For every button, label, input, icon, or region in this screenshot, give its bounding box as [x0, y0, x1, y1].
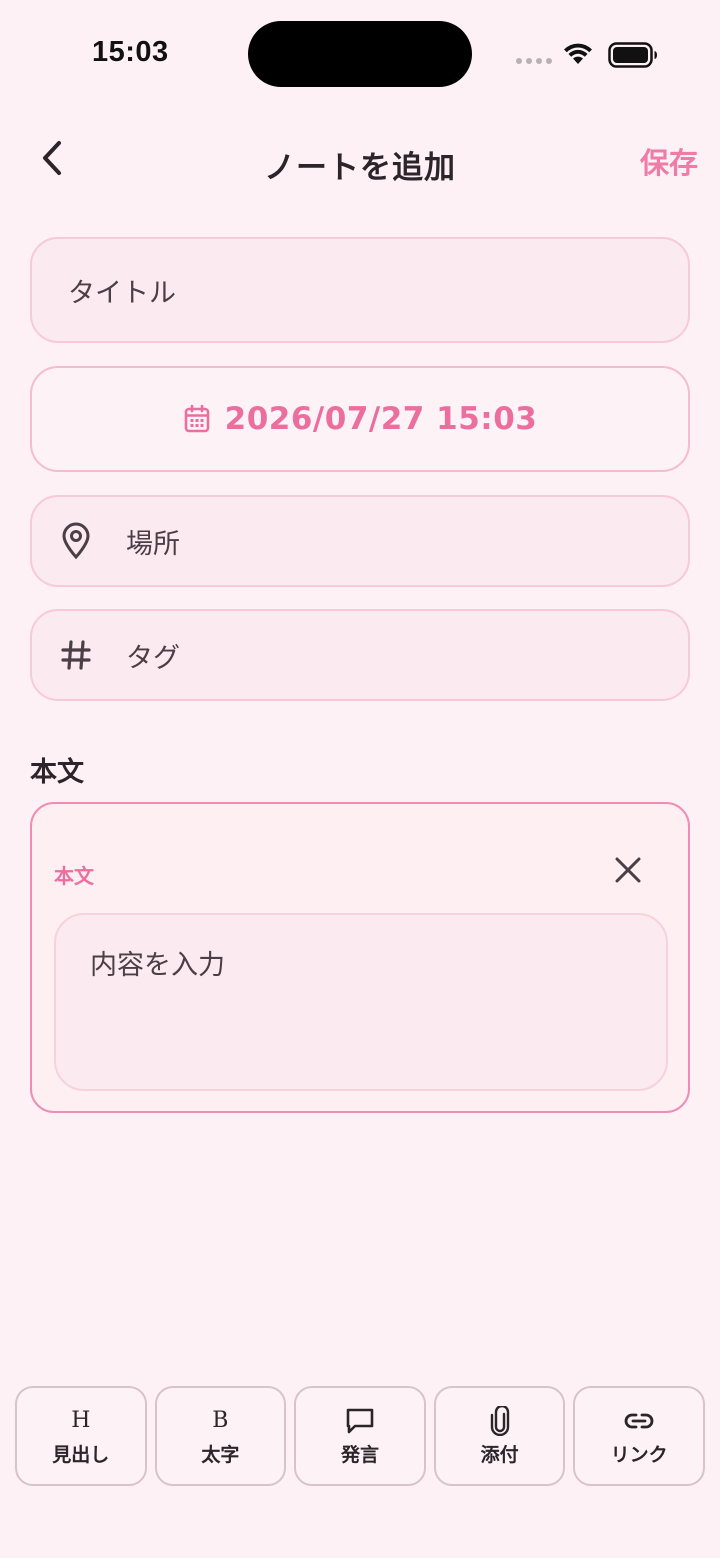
attach-label: 添付: [480, 1443, 519, 1466]
attach-button[interactable]: 添付: [433, 1386, 566, 1486]
speech-button[interactable]: 発言: [294, 1386, 426, 1486]
cellular-signal-icon: [516, 58, 552, 64]
heading-icon: H: [71, 1408, 91, 1433]
date-picker-button[interactable]: 2026/07/27 15:03: [30, 366, 690, 472]
close-icon: [615, 857, 641, 883]
place-input[interactable]: 場所: [30, 495, 690, 587]
bold-label: 太字: [201, 1443, 240, 1466]
content-placeholder: 内容を入力: [90, 950, 225, 981]
body-block-card: 本文 内容を入力: [30, 802, 690, 1113]
speech-label: 発言: [340, 1443, 379, 1466]
tag-placeholder: タグ: [126, 642, 180, 674]
page-title: ノートを追加: [264, 150, 456, 186]
save-button[interactable]: 保存: [640, 140, 698, 182]
dynamic-island: [248, 21, 472, 87]
hashtag-icon: [56, 635, 96, 675]
status-bar: 15:03: [0, 0, 720, 110]
calendar-icon: [184, 404, 209, 433]
paperclip-icon: [490, 1405, 510, 1436]
body-section-label: 本文: [30, 757, 84, 788]
battery-icon: [608, 42, 657, 68]
content-textarea[interactable]: 内容を入力: [54, 913, 668, 1091]
bold-button[interactable]: B 太字: [154, 1386, 287, 1486]
title-input[interactable]: タイトル: [30, 237, 690, 343]
heading-button[interactable]: H 見出し: [15, 1386, 147, 1486]
speech-bubble-icon: [345, 1406, 375, 1436]
body-block-label: 本文: [54, 864, 94, 888]
title-placeholder: タイトル: [68, 277, 176, 309]
nav-header: ノートを追加 保存: [0, 120, 720, 196]
remove-block-button[interactable]: [610, 852, 646, 888]
wifi-icon: [564, 43, 592, 64]
place-placeholder: 場所: [126, 528, 180, 560]
format-toolbar: H 見出し B 太字 発言 添付 リンク: [15, 1386, 705, 1486]
tag-input[interactable]: タグ: [30, 609, 690, 701]
date-value: 2026/07/27 15:03: [224, 401, 538, 437]
link-label: リンク: [610, 1443, 668, 1466]
link-button[interactable]: リンク: [573, 1386, 705, 1486]
location-pin-icon: [56, 521, 96, 561]
link-icon: [623, 1406, 655, 1436]
status-time: 15:03: [92, 36, 169, 68]
heading-label: 見出し: [52, 1443, 110, 1466]
bold-icon: B: [212, 1408, 229, 1433]
